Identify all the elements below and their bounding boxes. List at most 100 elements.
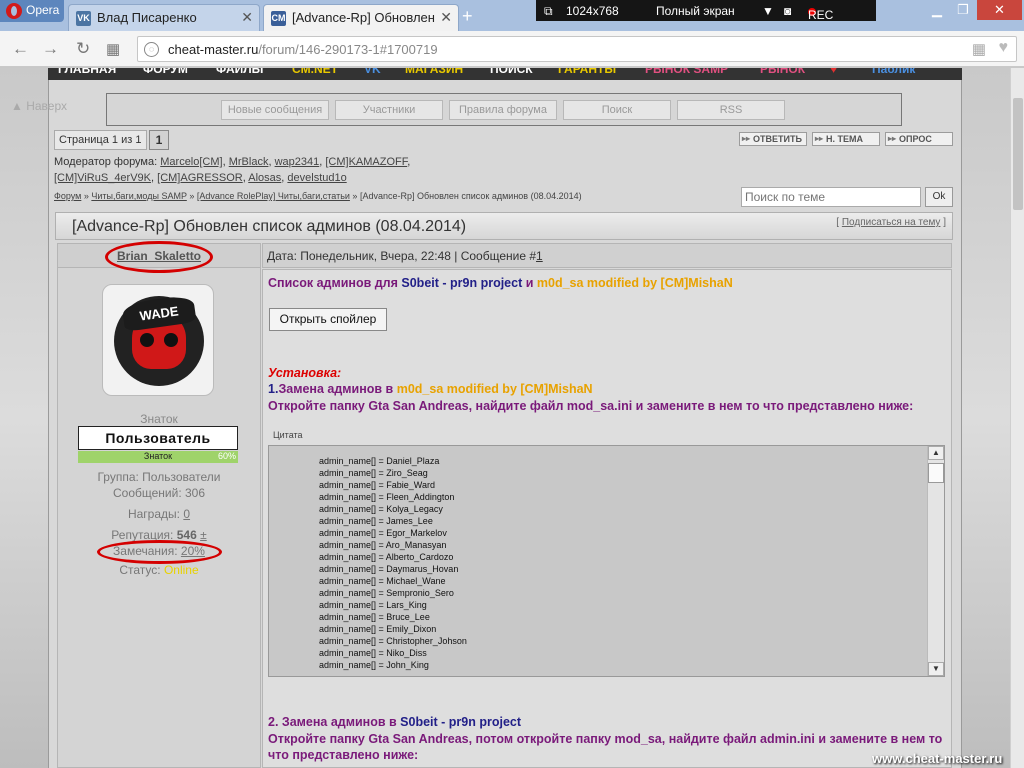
reply-button[interactable]: ОТВЕТИТЬ [739, 132, 807, 146]
back-arrow-icon[interactable]: ← [12, 39, 29, 59]
admin-entry: admin_name[] = Lars_King [319, 600, 427, 610]
moderator-link[interactable]: wap2341 [275, 156, 320, 168]
topic-search-input[interactable] [741, 187, 921, 207]
poll-button[interactable]: ОПРОС [885, 132, 953, 146]
scrollbar-thumb[interactable] [1013, 98, 1023, 210]
moderator-link[interactable]: develstud1o [287, 172, 346, 184]
site-top-nav: ГЛАВНАЯ ФОРУМ ФАЙЛЫ CM.NET VK МАГАЗИН ПО… [48, 68, 962, 80]
scroll-up-arrow-icon[interactable]: ▲ [928, 446, 944, 460]
page-scrollbar[interactable] [1010, 68, 1024, 768]
open-spoiler-button[interactable]: Открыть спойлер [269, 308, 387, 331]
awards-link[interactable]: 0 [183, 507, 190, 521]
annotation-circle-warnings [97, 540, 222, 564]
nav-files[interactable]: ФАЙЛЫ [216, 68, 263, 76]
nav-search[interactable]: ПОИСК [490, 68, 533, 76]
cm-favicon-icon: CM [271, 11, 286, 26]
forum-subnav: Новые сообщения Участники Правила форума… [106, 93, 902, 126]
fullscreen-label[interactable]: Полный экран [656, 4, 735, 18]
nav-home[interactable]: ГЛАВНАЯ [58, 68, 116, 76]
speed-dial-grid-icon[interactable]: ▦ [106, 40, 120, 58]
admin-entry: admin_name[] = Christopher_Johson [319, 636, 467, 646]
nav-guarantors[interactable]: ГАРАНТЫ [558, 68, 616, 76]
subnav-rss[interactable]: RSS [677, 100, 785, 120]
author-rank: Знаток [140, 412, 178, 426]
camera-icon[interactable]: ◙ [784, 4, 791, 18]
nav-forum[interactable]: ФОРУМ [143, 68, 188, 76]
tab-vk[interactable]: VK Влад Писаренко ✕ [68, 4, 260, 31]
reload-icon[interactable]: ↻ [76, 39, 90, 59]
nav-cmnet[interactable]: CM.NET [292, 68, 338, 76]
breadcrumb-forum[interactable]: Форум [54, 191, 81, 201]
bookmark-heart-icon[interactable]: ♥ [999, 39, 1009, 57]
topic-title-bar: [Advance-Rp] Обновлен список админов (08… [55, 212, 953, 240]
url-field[interactable]: ◌ cheat-master.ru/forum/146-290173-1#170… [137, 36, 1017, 62]
admin-entry: admin_name[] = Egor_Markelov [319, 528, 447, 538]
speed-dial-add-icon[interactable]: ▦ [972, 40, 986, 58]
step2-text: Откройте папку Gta San Andreas, потом от… [268, 732, 943, 762]
author-awards: Награды: 0 [127, 507, 191, 521]
opera-menu-button[interactable]: Opera [0, 0, 64, 22]
capture-toolbar: ⧉ 1024x768 Полный экран ▼ ◙ REC [536, 0, 876, 22]
author-post-count: Сообщений: 306 [112, 486, 206, 500]
admin-entry: admin_name[] = James_Lee [319, 516, 433, 526]
admin-entry: admin_name[] = Sempronio_Sero [319, 588, 454, 598]
nav-samp-market[interactable]: РЫНОК SAMP [645, 68, 728, 76]
subnav-members[interactable]: Участники [335, 100, 443, 120]
admin-entry: admin_name[] = Ziro_Seag [319, 468, 428, 478]
moderator-link[interactable]: Alosas [248, 172, 281, 184]
admin-entry: admin_name[] = Kolya_Legacy [319, 504, 443, 514]
subnav-new-posts[interactable]: Новые сообщения [221, 100, 329, 120]
avatar: WADE [102, 284, 214, 396]
admin-entry: admin_name[] = Alberto_Cardozo [319, 552, 454, 562]
moderator-link[interactable]: MrBlack [229, 156, 269, 168]
post-header: Дата: Понедельник, Вчера, 22:48 | Сообще… [262, 243, 952, 268]
subnav-rules[interactable]: Правила форума [449, 100, 557, 120]
close-tab-icon[interactable]: ✕ [440, 9, 452, 26]
watermark: www.cheat-master.ru [872, 751, 1003, 766]
scroll-down-arrow-icon[interactable]: ▼ [928, 662, 944, 676]
new-topic-button[interactable]: Н. ТЕМА [812, 132, 880, 146]
page-number-current[interactable]: 1 [149, 130, 169, 150]
admin-entry: admin_name[] = Bruce_Lee [319, 612, 430, 622]
minimize-icon[interactable]: ▁ [925, 0, 949, 20]
breadcrumb-current: [Advance-Rp] Обновлен список админов (08… [359, 191, 582, 201]
moderator-link[interactable]: [CM]KAMAZOFF [325, 156, 407, 168]
window-icon[interactable]: ⧉ [544, 4, 553, 19]
resolution-label[interactable]: 1024x768 [566, 4, 619, 18]
subnav-search[interactable]: Поиск [563, 100, 671, 120]
nav-public[interactable]: Паблик [872, 68, 915, 76]
nav-shop[interactable]: МАГАЗИН [405, 68, 463, 76]
post-number-link[interactable]: 1 [536, 249, 543, 263]
nav-heart-icon[interactable]: ♥ [830, 68, 837, 76]
moderator-link[interactable]: [CM]AGRESSOR [157, 172, 243, 184]
chevron-down-icon[interactable]: ▼ [762, 4, 774, 18]
tab-cheat-master[interactable]: CM [Advance-Rp] Обновлен ✕ [263, 4, 459, 31]
maximize-icon[interactable]: ❐ [951, 0, 975, 20]
nav-vk[interactable]: VK [364, 68, 381, 76]
close-window-icon[interactable]: ✕ [977, 0, 1022, 20]
breadcrumb-subforum[interactable]: [Advance RolePlay] Читы,баги,статьи [197, 191, 350, 201]
admin-entry: admin_name[] = Aro_Manasyan [319, 540, 447, 550]
admin-entry: admin_name[] = Daniel_Plaza [319, 456, 440, 466]
search-ok-button[interactable]: Ok [925, 187, 953, 207]
post-intro: Список админов для S0beit - pr9n project… [268, 276, 733, 290]
moderator-link[interactable]: [CM]ViRuS_4erV9K [54, 172, 151, 184]
site-info-icon[interactable]: ◌ [144, 42, 159, 57]
quote-scroll-thumb[interactable] [928, 463, 944, 483]
annotation-circle-author [105, 241, 213, 273]
breadcrumb-section[interactable]: Читы,баги,моды SAMP [91, 191, 186, 201]
moderator-link[interactable]: Marcelo[CM] [160, 156, 222, 168]
quote-scrollbar[interactable]: ▲ ▼ [927, 446, 944, 676]
back-to-top-link[interactable]: ▲ Наверх [11, 99, 67, 113]
reputation-change-link[interactable]: ± [200, 528, 207, 542]
forward-arrow-icon[interactable]: → [42, 39, 59, 59]
step1-text: Откройте папку Gta San Andreas, найдите … [268, 399, 914, 413]
admin-entry: admin_name[] = Michael_Wane [319, 576, 446, 586]
close-tab-icon[interactable]: ✕ [241, 9, 253, 26]
subscribe-link[interactable]: Подписаться на тему [842, 217, 941, 228]
skull-eye [164, 333, 178, 347]
admin-list: admin_name[] = Daniel_Plaza admin_name[] … [319, 455, 467, 671]
nav-market[interactable]: РЫНОК [760, 68, 805, 76]
new-tab-plus-icon[interactable]: + [462, 6, 473, 27]
rank-badge: Пользователь [78, 426, 238, 450]
